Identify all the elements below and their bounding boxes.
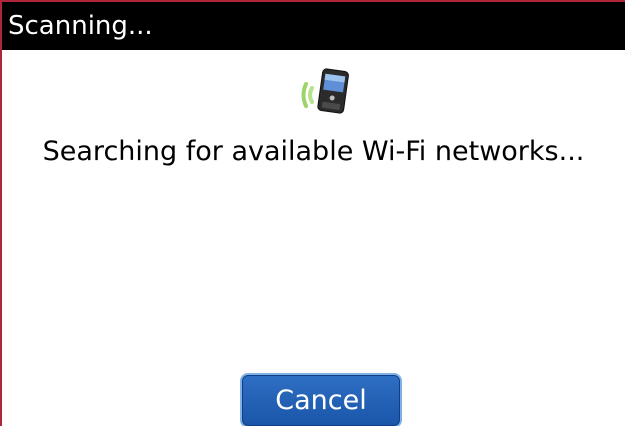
signal-wave-inner [308, 86, 314, 104]
scanning-screen: Scanning... Searching for available Wi-F… [0, 0, 625, 426]
cancel-button[interactable]: Cancel [240, 373, 402, 426]
wifi-smartphone-icon [301, 68, 349, 114]
signal-wave-outer [301, 82, 308, 108]
screen-title: Scanning... [8, 11, 153, 41]
title-bar: Scanning... [2, 0, 625, 50]
status-message: Searching for available Wi-Fi networks..… [42, 136, 585, 167]
